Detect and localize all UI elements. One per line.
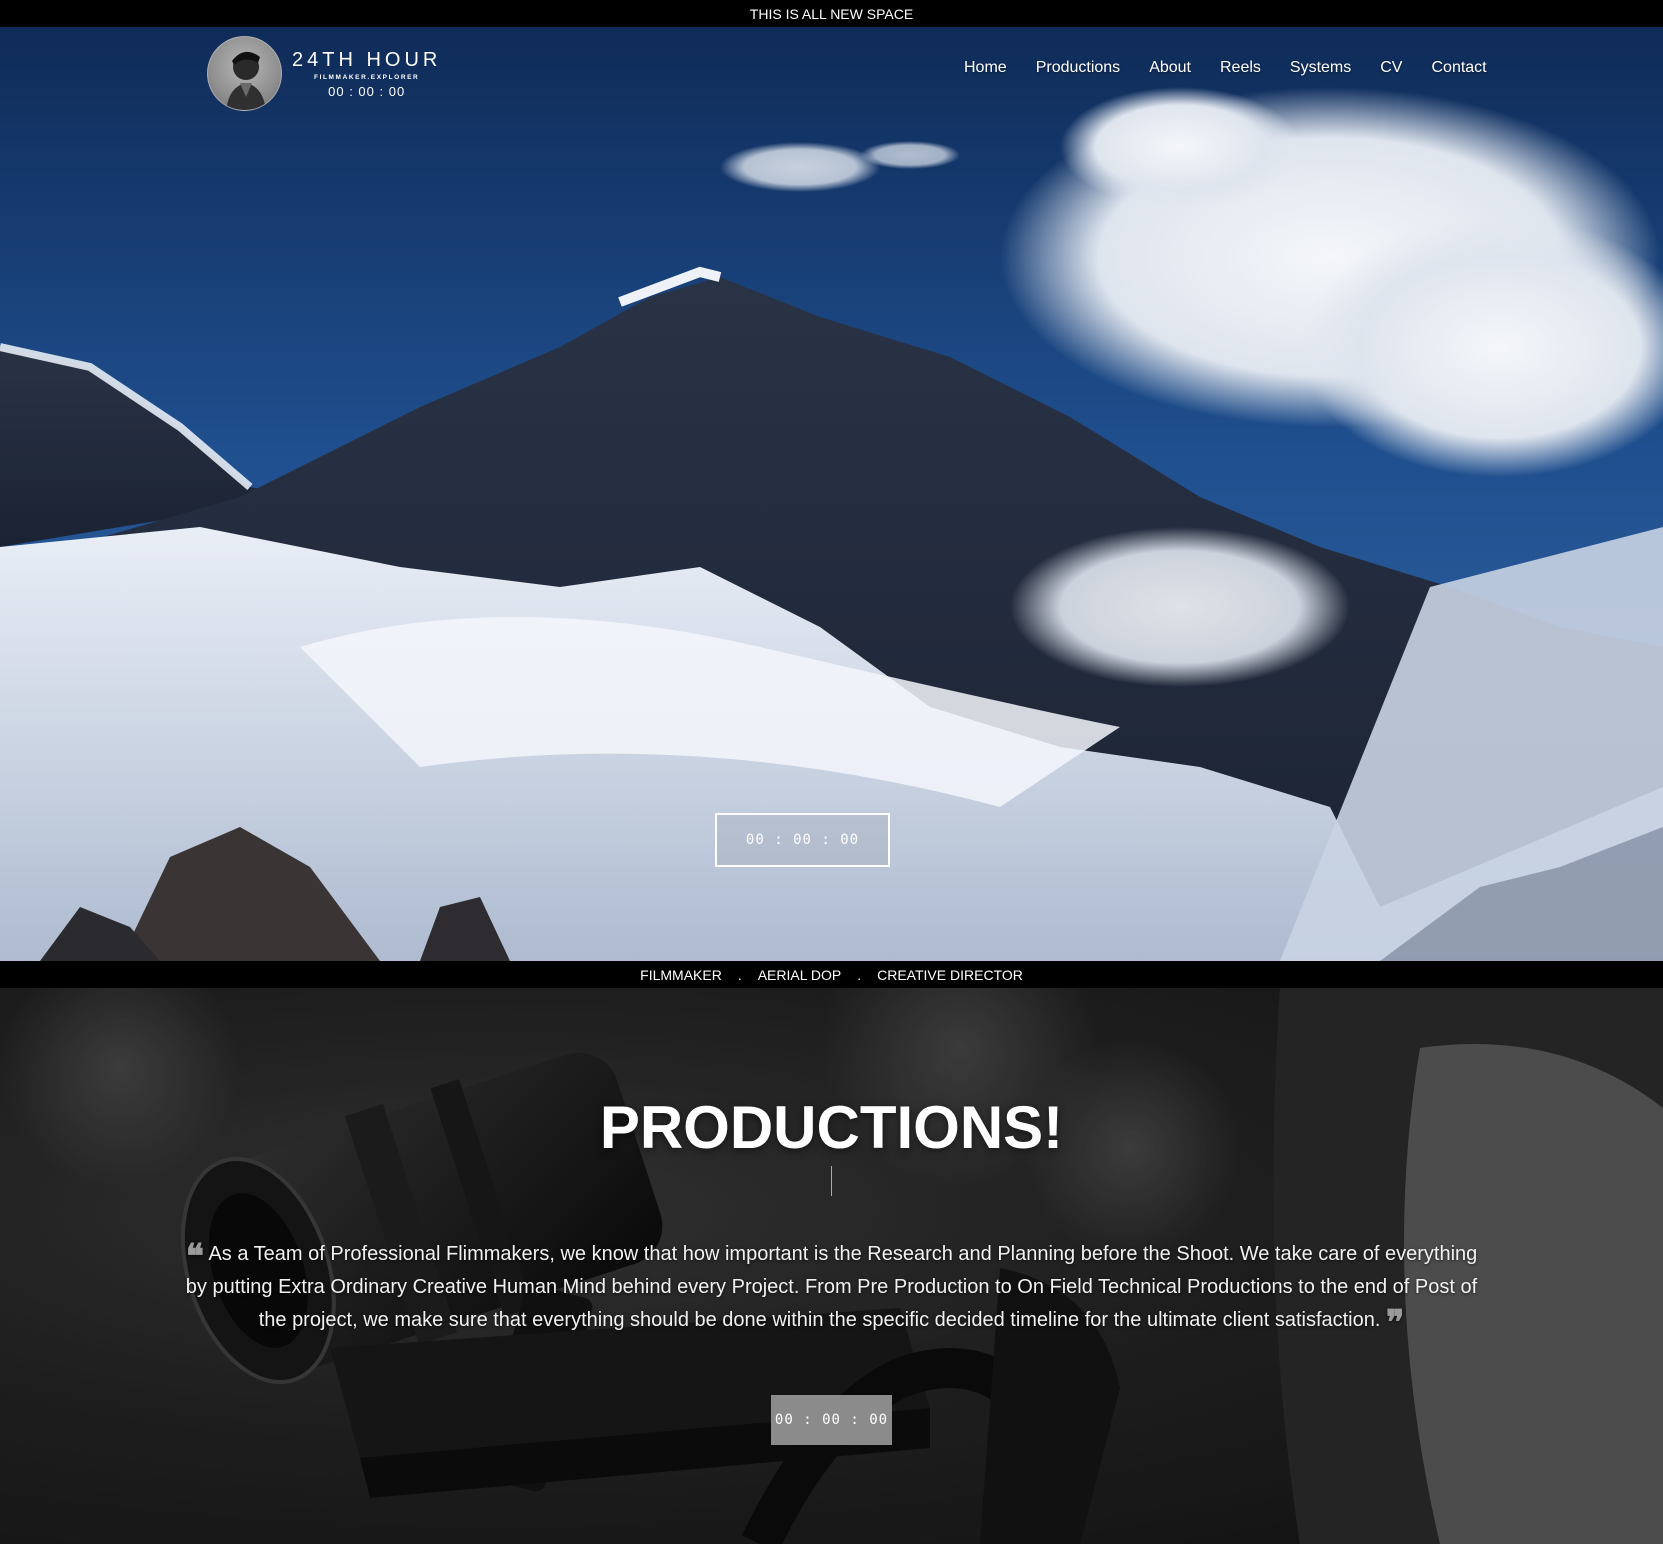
productions-title: PRODUCTIONS! xyxy=(599,1094,1064,1161)
productions-section: PRODUCTIONS! ❝ As a Team of Professional… xyxy=(0,988,1663,1544)
brand-subtitle: FILMMAKER.EXPLORER xyxy=(314,73,420,81)
nav-item-contact[interactable]: Contact xyxy=(1431,59,1486,77)
hero-section: 24TH HOUR FILMMAKER.EXPLORER 00 : 00 : 0… xyxy=(0,27,1663,961)
announcement-bar: THIS IS ALL NEW SPACE xyxy=(0,0,1663,27)
role-filmmaker: FILMMAKER xyxy=(640,966,722,983)
brand-timer: 00 : 00 : 00 xyxy=(328,83,406,99)
nav-item-cv[interactable]: CV xyxy=(1380,59,1402,77)
nav-item-systems[interactable]: Systems xyxy=(1290,59,1351,77)
nav-item-reels[interactable]: Reels xyxy=(1220,59,1261,77)
productions-quote-text: As a Team of Professional Flimmakers, we… xyxy=(185,1243,1478,1331)
roles-strip: FILMMAKER . AERIAL DOP . CREATIVE DIRECT… xyxy=(0,961,1663,988)
portrait-avatar-icon xyxy=(207,36,282,111)
role-separator: . xyxy=(737,966,742,983)
hero-timer-button[interactable]: 00 : 00 : 00 xyxy=(715,813,890,867)
title-divider xyxy=(831,1166,832,1196)
productions-timer-button[interactable]: 00 : 00 : 00 xyxy=(771,1395,892,1445)
nav-item-home[interactable]: Home xyxy=(964,59,1007,77)
main-nav: Home Productions About Reels Systems CV … xyxy=(964,59,1516,77)
open-quote-icon: ❝ xyxy=(185,1237,205,1277)
brand-text: 24TH HOUR FILMMAKER.EXPLORER 00 : 00 : 0… xyxy=(292,49,441,99)
brand-logo[interactable]: 24TH HOUR FILMMAKER.EXPLORER 00 : 00 : 0… xyxy=(207,36,441,111)
close-quote-icon: ❞ xyxy=(1385,1303,1405,1343)
nav-item-productions[interactable]: Productions xyxy=(1036,59,1121,77)
role-aerial-dop: AERIAL DOP xyxy=(757,966,842,983)
role-separator: . xyxy=(857,966,862,983)
announcement-text: THIS IS ALL NEW SPACE xyxy=(749,5,914,22)
nav-item-about[interactable]: About xyxy=(1149,59,1191,77)
productions-quote: ❝ As a Team of Professional Flimmakers, … xyxy=(175,1237,1488,1340)
brand-title: 24TH HOUR xyxy=(292,48,442,71)
role-creative-director: CREATIVE DIRECTOR xyxy=(877,966,1023,983)
